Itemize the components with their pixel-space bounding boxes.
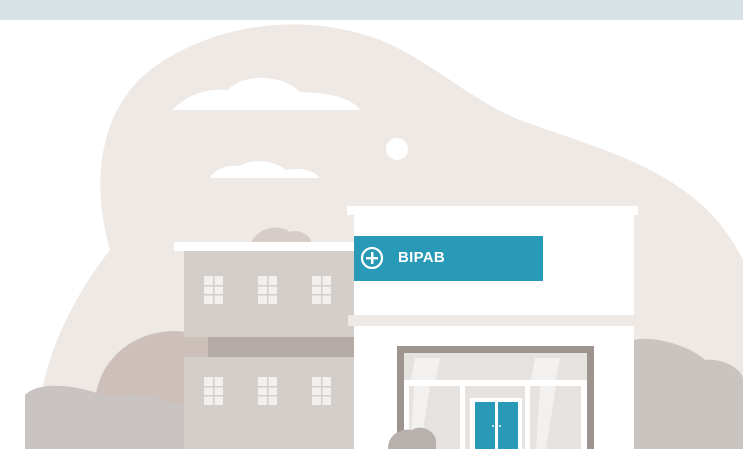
glass-reflection-4 xyxy=(531,358,560,380)
window xyxy=(312,377,331,405)
left-building-roof xyxy=(174,242,354,251)
sun xyxy=(386,138,408,160)
window xyxy=(204,276,223,304)
left-building-band xyxy=(208,337,354,357)
door-handle-right xyxy=(499,425,501,427)
window xyxy=(258,276,277,304)
window xyxy=(312,276,331,304)
door-handle-left xyxy=(492,425,494,427)
door-left xyxy=(475,402,495,449)
window xyxy=(258,377,277,405)
entrance-mullion-2 xyxy=(525,386,530,449)
entrance-transom xyxy=(404,380,587,386)
entrance-side-2 xyxy=(581,386,587,449)
entrance-mullion-1 xyxy=(460,386,465,449)
door-right xyxy=(498,402,518,449)
hospital-illustration xyxy=(25,24,743,449)
main-building-roof xyxy=(347,206,638,215)
window xyxy=(204,377,223,405)
hospital-sign-label: BIPAB xyxy=(398,249,446,266)
glass-reflection-3 xyxy=(411,358,440,380)
main-building-ledge xyxy=(348,315,640,326)
